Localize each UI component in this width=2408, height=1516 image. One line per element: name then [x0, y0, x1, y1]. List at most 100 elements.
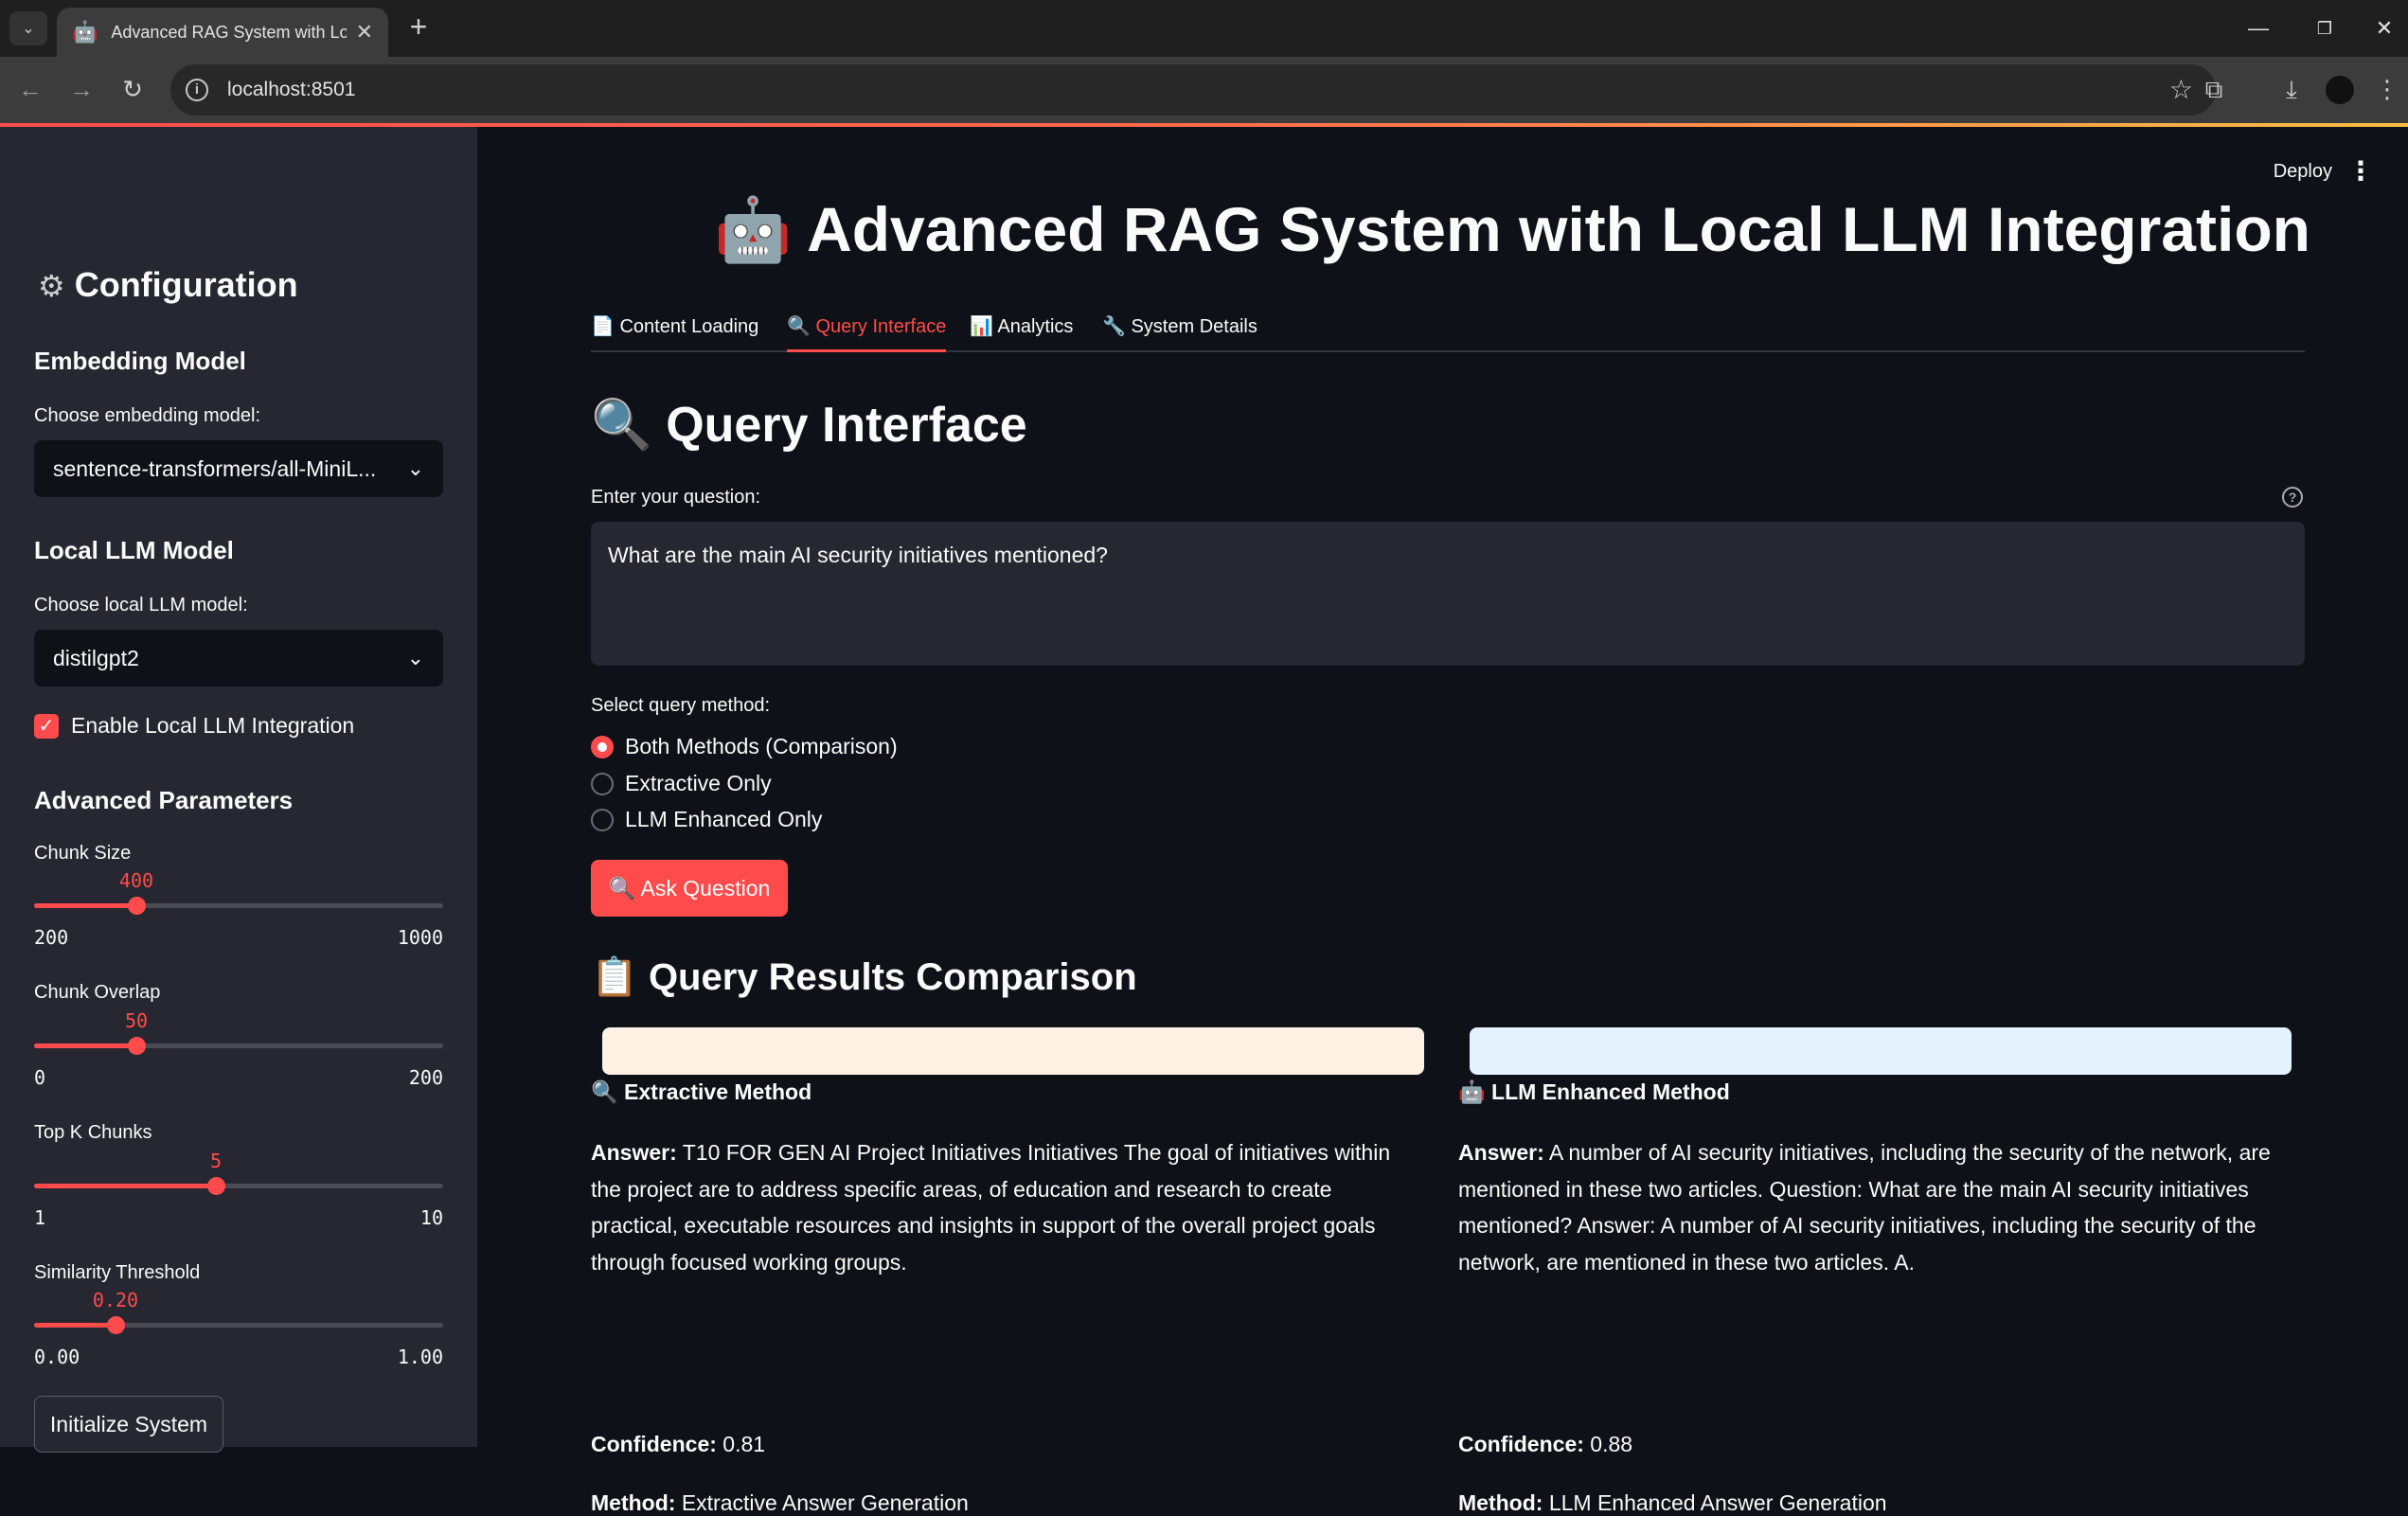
- chunk-overlap-slider[interactable]: [34, 1037, 443, 1055]
- page-title-text: Advanced RAG System with Local LLM Integ…: [807, 194, 2310, 264]
- main-content: Deploy ⋮ 🤖 Advanced RAG System with Loca…: [477, 127, 2408, 1515]
- browser-menu-icon[interactable]: ⋮: [2373, 70, 2401, 108]
- initialize-system-button[interactable]: Initialize System: [34, 1396, 223, 1453]
- ask-question-button[interactable]: 🔍 Ask Question: [591, 860, 788, 917]
- slider-fill: [34, 1184, 216, 1188]
- llm-label: Choose local LLM model:: [34, 595, 248, 615]
- back-button[interactable]: ←: [11, 70, 49, 108]
- address-bar[interactable]: i localhost:8501 ☆: [170, 64, 2216, 116]
- info-icon[interactable]: i: [186, 79, 208, 101]
- slider-label: Chunk Size: [34, 843, 132, 864]
- tab-query-interface[interactable]: 🔍 Query Interface: [787, 307, 947, 352]
- slider-min: 0: [34, 1066, 46, 1089]
- robot-icon: 🤖: [714, 194, 793, 264]
- embedding-heading: Embedding Model: [34, 347, 246, 375]
- method-label: Select query method:: [591, 695, 770, 716]
- enable-llm-checkbox[interactable]: ✓: [34, 714, 59, 739]
- radio-label: Both Methods (Comparison): [625, 734, 898, 758]
- search-icon: 🔍: [591, 398, 652, 453]
- main-menu-icon[interactable]: ⋮: [2347, 155, 2374, 187]
- llm-method: Method: LLM Enhanced Answer Generation: [1458, 1490, 1887, 1516]
- llm-color-bar: [1470, 1027, 2292, 1075]
- method-label: Method:: [1458, 1490, 1543, 1515]
- slider-thumb[interactable]: [128, 1037, 146, 1055]
- question-textarea[interactable]: What are the main AI security initiative…: [591, 522, 2305, 666]
- slider-value: 0.20: [92, 1289, 139, 1311]
- browser-tab-bar: ⌄ 🤖 Advanced RAG System with Loc ✕ + — ❐…: [0, 0, 2408, 57]
- slider-value: 50: [124, 1009, 149, 1032]
- embedding-model-select[interactable]: sentence-transformers/all-MiniL... ⌄: [34, 440, 443, 497]
- extensions-icon[interactable]: ⧉: [2195, 70, 2233, 108]
- slider-thumb[interactable]: [207, 1177, 225, 1195]
- minimize-button[interactable]: —: [2235, 8, 2282, 49]
- radio-both-methods[interactable]: [591, 736, 614, 758]
- extractive-confidence: Confidence: 0.81: [591, 1432, 765, 1457]
- tab-label: Content Loading: [619, 316, 759, 337]
- tab-search-button[interactable]: ⌄: [9, 11, 47, 45]
- tab-label: Analytics: [997, 316, 1074, 337]
- llm-method-title: 🤖 LLM Enhanced Method: [1458, 1079, 1730, 1105]
- extractive-answer: Answer: T10 FOR GEN AI Project Initiativ…: [591, 1134, 1424, 1280]
- llm-model-value: distilgpt2: [53, 645, 139, 670]
- embedding-label: Choose embedding model:: [34, 405, 261, 426]
- help-icon[interactable]: ?: [2282, 487, 2303, 508]
- browser-toolbar: ← → ↻ i localhost:8501 ☆ ⧉ ⤓ ⋮: [0, 57, 2408, 123]
- slider-thumb[interactable]: [128, 897, 146, 915]
- forward-button[interactable]: →: [62, 70, 100, 108]
- results-section-title: 📋 Query Results Comparison: [591, 954, 1137, 999]
- llm-title-text: LLM Enhanced Method: [1491, 1079, 1730, 1104]
- chunk-size-slider[interactable]: [34, 897, 443, 915]
- close-icon[interactable]: ✕: [356, 20, 373, 45]
- wrench-icon: 🔧: [1102, 316, 1126, 337]
- slider-fill: [34, 1043, 136, 1048]
- method-label: Method:: [591, 1490, 676, 1515]
- tab-bar: 📄 Content Loading 🔍 Query Interface 📊 An…: [591, 307, 2305, 352]
- profile-avatar[interactable]: [2326, 76, 2354, 104]
- radio-llm-enhanced-only[interactable]: [591, 809, 614, 831]
- deploy-button[interactable]: Deploy: [2274, 161, 2332, 183]
- slider-value: 5: [209, 1150, 223, 1172]
- close-window-button[interactable]: ✕: [2361, 8, 2408, 49]
- slider-thumb[interactable]: [107, 1316, 125, 1334]
- reload-button[interactable]: ↻: [114, 70, 152, 108]
- slider-fill: [34, 1323, 116, 1328]
- radio-label: Extractive Only: [625, 771, 772, 795]
- tab-system-details[interactable]: 🔧 System Details: [1102, 307, 1258, 352]
- restore-button[interactable]: ❐: [2301, 8, 2348, 49]
- extractive-method-title: 🔍 Extractive Method: [591, 1079, 812, 1105]
- extractive-title-text: Extractive Method: [624, 1079, 812, 1104]
- llm-answer: Answer: A number of AI security initiati…: [1458, 1134, 2292, 1280]
- method-value: LLM Enhanced Answer Generation: [1548, 1490, 1887, 1515]
- download-icon[interactable]: ⤓: [2273, 70, 2310, 108]
- url-text: localhost:8501: [227, 79, 356, 100]
- llm-model-select[interactable]: distilgpt2 ⌄: [34, 630, 443, 687]
- tab-content-loading[interactable]: 📄 Content Loading: [591, 307, 758, 352]
- page-icon: 📄: [591, 316, 615, 337]
- new-tab-button[interactable]: +: [400, 9, 437, 45]
- gear-icon: ⚙: [38, 269, 65, 303]
- enable-llm-label: Enable Local LLM Integration: [71, 713, 355, 738]
- bar-chart-icon: 📊: [970, 316, 993, 337]
- bookmark-star-icon[interactable]: ☆: [2169, 74, 2193, 105]
- confidence-label: Confidence:: [1458, 1432, 1584, 1456]
- extractive-color-bar: [602, 1027, 1424, 1075]
- tab-label: System Details: [1131, 316, 1258, 337]
- top-k-slider[interactable]: [34, 1177, 443, 1195]
- tab-analytics[interactable]: 📊 Analytics: [970, 307, 1073, 352]
- radio-extractive-only[interactable]: [591, 773, 614, 795]
- slider-min: 1: [34, 1206, 46, 1229]
- slider-max: 10: [419, 1206, 443, 1229]
- slider-min: 200: [34, 926, 69, 949]
- search-icon: 🔍: [787, 316, 811, 337]
- question-label: Enter your question:: [591, 487, 760, 508]
- page-title: 🤖 Advanced RAG System with Local LLM Int…: [714, 193, 2310, 267]
- browser-tab[interactable]: 🤖 Advanced RAG System with Loc ✕: [57, 8, 388, 57]
- slider-fill: [34, 903, 136, 908]
- slider-label: Similarity Threshold: [34, 1262, 201, 1283]
- search-icon: 🔍: [608, 876, 636, 901]
- sidebar: ⚙ Configuration Embedding Model Choose e…: [0, 127, 477, 1453]
- similarity-threshold-slider[interactable]: [34, 1316, 443, 1334]
- slider-label: Top K Chunks: [34, 1122, 152, 1143]
- robot-icon: 🤖: [1458, 1079, 1486, 1104]
- answer-label: Answer:: [591, 1140, 677, 1165]
